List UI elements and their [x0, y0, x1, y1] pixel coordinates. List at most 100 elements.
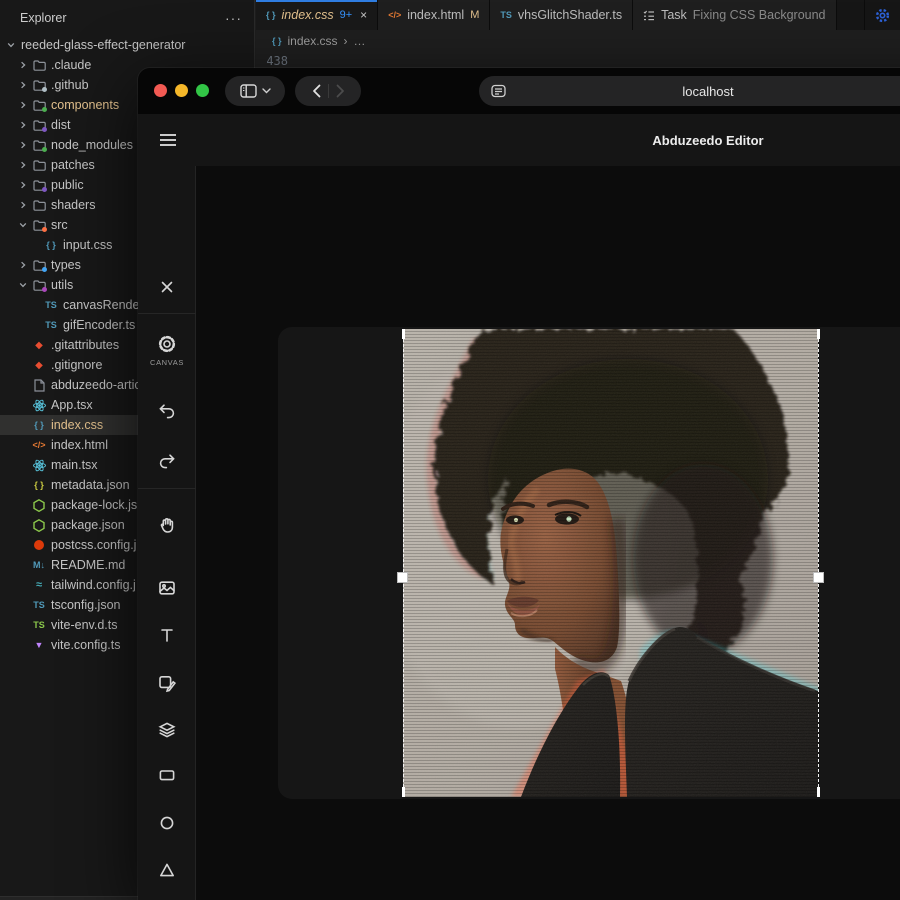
braces-icon: { }	[272, 36, 282, 46]
tool-label: CANVAS	[138, 358, 196, 367]
tailwind-icon: ≈	[30, 579, 48, 591]
editor-tab-bar: { } index.css 9+ × </>index.htmlM TS vhsGlitch…	[256, 0, 900, 30]
item-label: .gitattributes	[51, 338, 119, 352]
sidebar-toggle-icon	[240, 84, 257, 98]
explorer-title: Explorer	[20, 11, 67, 25]
folder-icon	[30, 100, 48, 111]
resize-handle-right[interactable]	[813, 572, 824, 583]
tab-label: index.css	[282, 8, 334, 22]
back-icon[interactable]	[312, 84, 321, 98]
sidebar-toggle-button[interactable]	[225, 76, 285, 106]
explorer-header: Explorer ···	[0, 0, 254, 35]
address-bar[interactable]: localhost	[479, 76, 900, 106]
close-icon	[155, 275, 179, 299]
layers-button[interactable]	[149, 711, 185, 747]
shape-button[interactable]	[149, 665, 185, 701]
text-icon	[155, 623, 179, 647]
md-icon: M↓	[30, 560, 48, 570]
minimize-window-button[interactable]	[175, 84, 188, 97]
close-button[interactable]	[149, 269, 185, 305]
breadcrumb[interactable]: { } index.css › …	[256, 30, 900, 52]
tab-label: vhsGlitchShader.ts	[518, 8, 622, 22]
image-icon	[155, 576, 179, 600]
folder-icon	[30, 180, 48, 191]
html-icon: </>	[30, 440, 48, 450]
item-label: metadata.json	[51, 478, 130, 492]
triangle-button[interactable]	[149, 852, 185, 888]
hand-button[interactable]	[149, 507, 185, 543]
ts-icon: TS	[500, 10, 512, 20]
layers-icon	[155, 717, 179, 741]
redo-button[interactable]	[149, 443, 185, 479]
undo-icon	[155, 399, 179, 423]
item-label: reeded-glass-effect-generator	[21, 38, 185, 52]
ts-icon: TS	[30, 620, 48, 630]
ts-icon: TS	[30, 600, 48, 610]
explorer-more-icon[interactable]: ···	[225, 10, 242, 26]
folder-icon	[30, 260, 48, 271]
traffic-lights	[154, 84, 209, 97]
text-button[interactable]	[149, 617, 185, 653]
tab-index-css[interactable]: { } index.css 9+ ×	[256, 0, 378, 30]
selection-edge-right	[818, 329, 819, 797]
item-label: public	[51, 178, 84, 192]
circle-button[interactable]	[149, 805, 185, 841]
rectangle-icon	[155, 763, 179, 787]
braces-icon: { }	[30, 420, 48, 430]
tab-task[interactable]: TaskFixing CSS Background	[633, 0, 836, 30]
chevron-down-icon	[4, 41, 18, 49]
reader-icon[interactable]	[491, 84, 506, 98]
braces-icon: { }	[266, 10, 276, 20]
canvas-settings-button[interactable]	[149, 326, 185, 362]
checklist-icon	[643, 10, 655, 21]
tab-badge: 9+	[340, 9, 353, 21]
breadcrumb-file: index.css	[288, 34, 338, 48]
folder-icon	[30, 160, 48, 171]
tab-label: index.html	[407, 8, 464, 22]
braces-icon: { }	[42, 240, 60, 250]
portrait-image[interactable]	[403, 329, 818, 797]
zoom-window-button[interactable]	[196, 84, 209, 97]
folder-icon	[30, 280, 48, 291]
item-label: dist	[51, 118, 70, 132]
tab-sublabel: Fixing CSS Background	[693, 8, 826, 22]
vite-icon: ▼	[30, 640, 48, 650]
resize-handle-left[interactable]	[397, 572, 408, 583]
item-label: input.css	[63, 238, 112, 252]
chevron-down-icon	[16, 281, 30, 289]
node-icon	[30, 499, 48, 512]
item-label: postcss.config.j	[51, 538, 136, 552]
close-window-button[interactable]	[154, 84, 167, 97]
triangle-icon	[155, 858, 179, 882]
react-icon	[30, 399, 48, 412]
item-label: App.tsx	[51, 398, 93, 412]
browser-titlebar[interactable]: localhost	[138, 68, 900, 114]
close-tab-icon[interactable]: ×	[360, 8, 367, 22]
item-label: .gitignore	[51, 358, 102, 372]
chevron-right-icon	[16, 181, 30, 189]
item-label: abduzeedo-artic	[51, 378, 141, 392]
url-text: localhost	[682, 84, 733, 99]
item-label: utils	[51, 278, 73, 292]
tab-index-html[interactable]: </>index.htmlM	[378, 0, 490, 30]
tree-item-reeded-glass-effect-generator[interactable]: reeded-glass-effect-generator	[0, 35, 254, 55]
artboard[interactable]	[278, 327, 900, 799]
rectangle-button[interactable]	[149, 757, 185, 793]
chevron-right-icon	[16, 161, 30, 169]
image-button[interactable]	[149, 570, 185, 606]
file-icon	[30, 379, 48, 392]
item-label: src	[51, 218, 68, 232]
tab-vhsglitchshader-ts[interactable]: TS vhsGlitchShader.ts	[490, 0, 633, 30]
chevron-right-icon	[16, 101, 30, 109]
chevron-down-icon	[16, 221, 30, 229]
git-icon: ◆	[30, 360, 48, 371]
assistant-gear-icon[interactable]	[875, 8, 890, 23]
item-label: gifEncoder.ts	[63, 318, 135, 332]
folder-icon	[30, 80, 48, 91]
item-label: package.json	[51, 518, 125, 532]
item-label: README.md	[51, 558, 125, 572]
forward-icon[interactable]	[336, 84, 345, 98]
ts-icon: TS	[42, 300, 60, 310]
undo-button[interactable]	[149, 393, 185, 429]
canvas-workspace[interactable]	[196, 166, 900, 900]
